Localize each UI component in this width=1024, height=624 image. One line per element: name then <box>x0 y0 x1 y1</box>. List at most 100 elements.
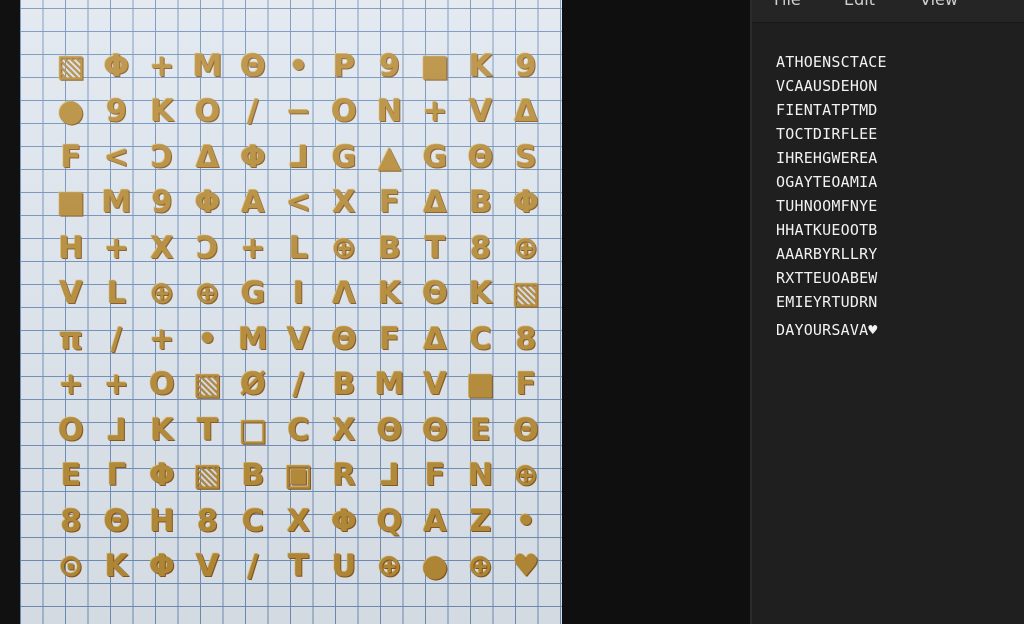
cipher-glyph: • <box>516 503 536 539</box>
editor-content[interactable]: ATHOENSCTACE VCAAUSDEHON FIENTATPTMD TOC… <box>776 50 887 342</box>
cipher-glyph: 8 <box>515 321 537 357</box>
cipher-glyph: ▧ <box>193 367 222 402</box>
cipher-glyph: A <box>241 185 265 220</box>
cipher-glyph: ⊕ <box>331 230 357 266</box>
cipher-glyph: / <box>293 367 304 402</box>
cipher-glyph: O <box>58 412 84 448</box>
cipher-glyph: H <box>149 503 175 539</box>
cipher-glyph: Ø <box>240 367 266 402</box>
menu-file[interactable]: File <box>774 0 801 9</box>
cipher-glyph: G <box>240 276 266 311</box>
cipher-glyph: V <box>423 367 447 402</box>
cipher-glyph: Ɔ <box>150 139 174 175</box>
cipher-glyph: Φ <box>331 503 357 539</box>
cipher-glyph: 9 <box>379 48 400 84</box>
cipher-glyph: Θ <box>467 139 494 175</box>
cipher-glyph: I <box>292 276 305 311</box>
cipher-glyph: + <box>149 48 175 84</box>
cipher-glyph: < <box>285 185 312 220</box>
text-line: ATHOENSCTACE <box>776 53 887 71</box>
cipher-glyph: / <box>247 549 259 584</box>
text-line: FIENTATPTMD <box>776 101 878 119</box>
cipher-glyph: C <box>241 503 265 539</box>
text-line: RXTTEUOABEW <box>776 269 878 287</box>
cipher-glyph: + <box>240 230 266 266</box>
cipher-glyph: ⊕ <box>467 549 494 584</box>
cipher-glyph: ▧ <box>511 276 541 311</box>
cipher-glyph: N <box>376 94 403 129</box>
cipher-glyph: • <box>288 48 309 84</box>
cipher-glyph: □ <box>238 412 268 448</box>
cipher-glyph: 8 <box>197 503 218 539</box>
left-margin <box>0 0 20 624</box>
cipher-glyph: + <box>149 321 175 357</box>
glyph-grid: ▧ Φ + M Θ • P 9 ■ K 9 ● 9 K O / − O N + V Δ F < Ɔ Δ Φ ⅃ G ▲ G Θ S ■ M 9 Φ A < X… <box>20 0 562 624</box>
cipher-glyph: + <box>103 230 130 266</box>
cipher-glyph: ♥ <box>512 549 540 584</box>
cipher-glyph: ⅃ <box>106 412 127 448</box>
cipher-glyph: Δ <box>423 321 447 357</box>
cipher-glyph: < <box>103 139 130 175</box>
cipher-glyph: S <box>515 139 537 175</box>
cipher-glyph: Φ <box>513 185 539 220</box>
cipher-glyph: ⅃ <box>379 458 400 493</box>
cipher-glyph: ● <box>57 94 85 129</box>
cipher-glyph: K <box>377 276 402 311</box>
cipher-glyph: O <box>194 94 221 129</box>
cipher-glyph: ⊕ <box>513 230 539 266</box>
cipher-glyph: M <box>101 185 132 220</box>
cipher-glyph: ■ <box>466 367 495 402</box>
cipher-glyph: U <box>331 549 357 584</box>
cipher-glyph: π <box>59 321 83 357</box>
cipher-glyph: T <box>288 549 309 584</box>
cipher-glyph: M <box>192 48 223 84</box>
cipher-glyph: K <box>468 48 493 84</box>
cipher-glyph: / <box>247 94 259 129</box>
cipher-glyph: G <box>331 139 357 175</box>
text-editor: File Edit View ATHOENSCTACE VCAAUSDEHON … <box>750 0 1024 624</box>
cipher-glyph: F <box>515 367 537 402</box>
cipher-glyph: X <box>332 185 356 220</box>
cipher-glyph: Z <box>469 503 492 539</box>
cipher-glyph: Φ <box>149 458 175 493</box>
cipher-glyph: Φ <box>194 185 221 220</box>
cipher-glyph: K <box>468 276 493 311</box>
cipher-glyph: Θ <box>422 276 448 311</box>
cipher-glyph: F <box>379 321 400 357</box>
text-line: EMIEYRTUDRN <box>776 293 878 311</box>
cipher-glyph: A <box>423 503 447 539</box>
cipher-photo: ▧ Φ + M Θ • P 9 ■ K 9 ● 9 K O / − O N + V Δ F < Ɔ Δ Φ ⅃ G ▲ G Θ S ■ M 9 Φ A < X… <box>20 0 562 624</box>
cipher-glyph: X <box>286 503 311 539</box>
text-line: HHATKUEOOTB <box>776 221 878 239</box>
cipher-glyph: ⊙ <box>58 549 84 584</box>
cipher-glyph: O <box>149 367 175 402</box>
cipher-glyph: ⊕ <box>513 458 539 493</box>
cipher-glyph: K <box>104 549 129 584</box>
cipher-glyph: ⅃ <box>288 139 309 175</box>
cipher-glyph: V <box>468 94 493 129</box>
cipher-glyph: + <box>422 94 448 129</box>
cipher-glyph: ⊕ <box>194 276 221 311</box>
cipher-glyph: R <box>332 458 356 493</box>
cipher-glyph: Θ <box>103 503 130 539</box>
cipher-glyph: M <box>374 367 405 402</box>
cipher-glyph: M <box>238 321 268 357</box>
cipher-glyph: C <box>287 412 310 448</box>
cipher-glyph: ■ <box>56 185 86 220</box>
menu-bar: File Edit View <box>752 0 1024 23</box>
cipher-glyph: B <box>241 458 265 493</box>
cipher-glyph: F <box>379 185 400 220</box>
cipher-glyph: ⊕ <box>376 549 403 584</box>
cipher-glyph: 8 <box>60 503 82 539</box>
cipher-glyph: C <box>469 321 492 357</box>
cipher-glyph: Ɔ <box>196 230 219 266</box>
cipher-glyph: V <box>286 321 311 357</box>
cipher-glyph: F <box>424 458 446 493</box>
cipher-glyph: B <box>378 230 401 266</box>
cipher-glyph: Φ <box>149 549 175 584</box>
cipher-glyph: ● <box>421 549 449 584</box>
menu-view[interactable]: View <box>920 0 958 9</box>
cipher-glyph: − <box>285 94 312 129</box>
menu-edit[interactable]: Edit <box>844 0 875 9</box>
cipher-glyph: Θ <box>376 412 403 448</box>
